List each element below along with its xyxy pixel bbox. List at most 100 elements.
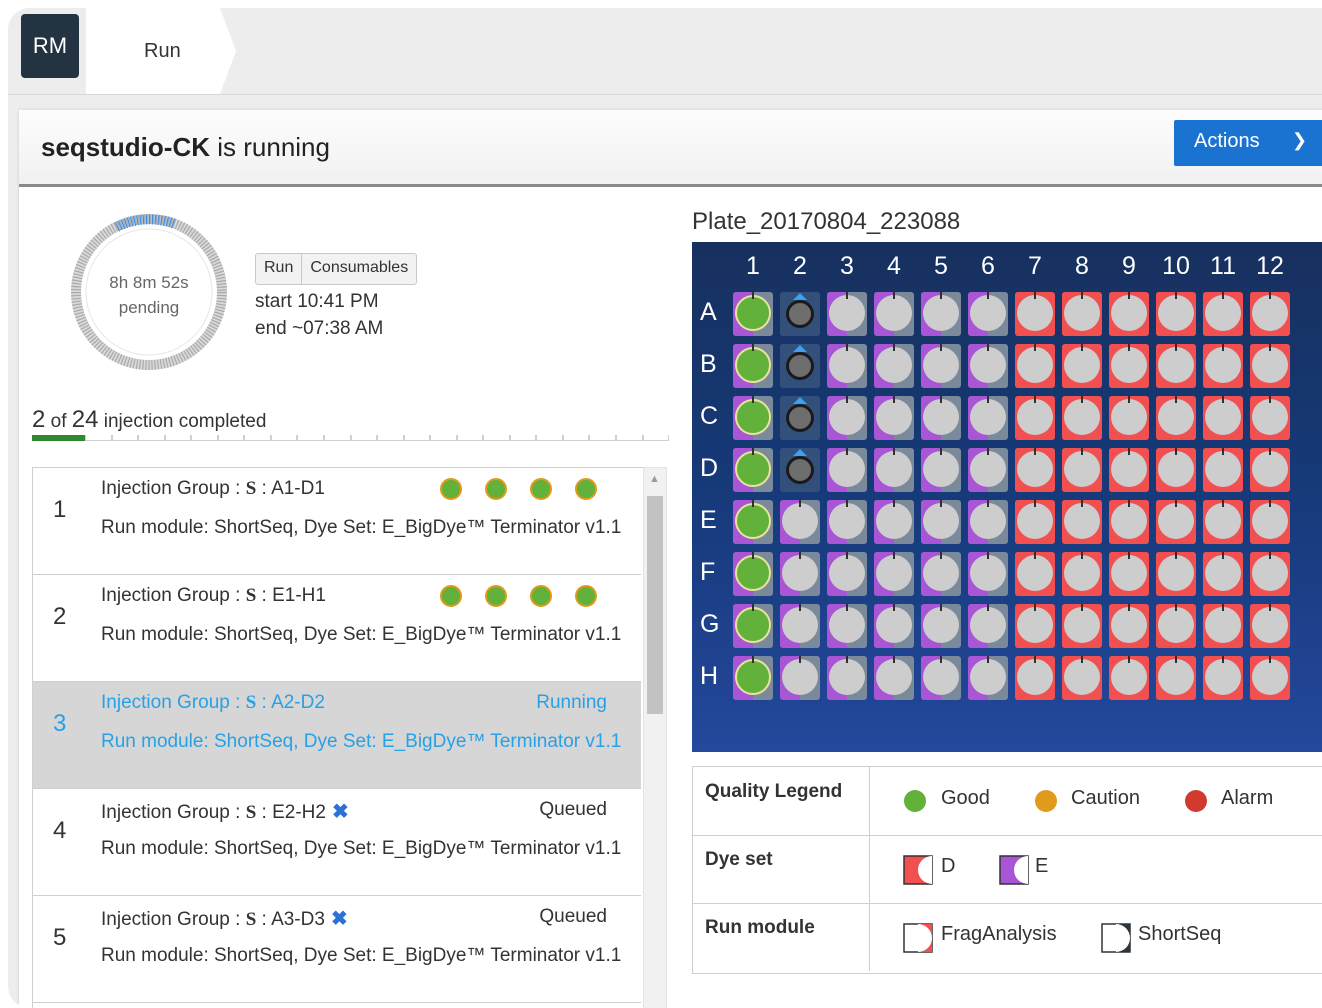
plate-well[interactable]: [1015, 656, 1055, 700]
remove-icon[interactable]: ✖: [331, 908, 348, 930]
plate-well[interactable]: [968, 552, 1008, 596]
plate-well[interactable]: [1015, 604, 1055, 648]
plate-well[interactable]: [1015, 292, 1055, 336]
plate-well[interactable]: [1203, 448, 1243, 492]
plate-well[interactable]: [1109, 396, 1149, 440]
injection-item[interactable]: 2 Injection Group : S : E1-H1 Run module: …: [33, 575, 641, 682]
list-scrollbar[interactable]: ▲: [643, 467, 667, 1008]
plate-well[interactable]: [1109, 552, 1149, 596]
plate-well[interactable]: [968, 604, 1008, 648]
plate-well[interactable]: [827, 396, 867, 440]
plate-well[interactable]: [968, 344, 1008, 388]
plate-well[interactable]: [1250, 500, 1290, 544]
plate-well[interactable]: [1156, 448, 1196, 492]
plate-well[interactable]: [1203, 396, 1243, 440]
actions-button[interactable]: Actions ❯: [1174, 120, 1322, 166]
injection-item[interactable]: 3 Injection Group : S : A2-D2 Running Run m…: [33, 682, 641, 789]
plate-well[interactable]: [874, 396, 914, 440]
plate-well[interactable]: [874, 552, 914, 596]
plate-well[interactable]: [827, 292, 867, 336]
plate-well[interactable]: [733, 396, 773, 440]
plate-well[interactable]: [827, 500, 867, 544]
scroll-thumb[interactable]: [647, 496, 663, 714]
plate-well[interactable]: [733, 604, 773, 648]
plate-well[interactable]: [968, 396, 1008, 440]
app-logo[interactable]: RM: [21, 14, 79, 78]
plate-well[interactable]: [733, 500, 773, 544]
injection-item[interactable]: 5 Injection Group : S : A3-D3 ✖ Queued Run m…: [33, 896, 641, 1003]
plate-well[interactable]: [921, 448, 961, 492]
plate-well[interactable]: [1062, 604, 1102, 648]
plate-well[interactable]: [1156, 656, 1196, 700]
plate-well[interactable]: [780, 552, 820, 596]
plate-well[interactable]: [1015, 552, 1055, 596]
plate-well[interactable]: [1203, 292, 1243, 336]
remove-icon[interactable]: ✖: [332, 801, 349, 823]
plate-well[interactable]: [733, 292, 773, 336]
plate-well[interactable]: [1062, 656, 1102, 700]
plate-well[interactable]: [1156, 604, 1196, 648]
plate-well[interactable]: [1156, 292, 1196, 336]
plate-well[interactable]: [1015, 396, 1055, 440]
plate-well[interactable]: [1109, 656, 1149, 700]
plate-well[interactable]: [1109, 292, 1149, 336]
plate-well[interactable]: [733, 552, 773, 596]
plate-well[interactable]: [1109, 448, 1149, 492]
plate-well[interactable]: [874, 344, 914, 388]
plate-well[interactable]: [1250, 552, 1290, 596]
plate-well[interactable]: [1156, 552, 1196, 596]
plate-well[interactable]: [780, 500, 820, 544]
plate-well[interactable]: [827, 604, 867, 648]
plate-well[interactable]: [780, 344, 820, 388]
run-toggle-button[interactable]: Run: [256, 254, 301, 284]
plate-well[interactable]: [1156, 500, 1196, 544]
plate-well[interactable]: [968, 656, 1008, 700]
plate-well[interactable]: [1203, 604, 1243, 648]
tab-run[interactable]: Run: [86, 8, 236, 94]
plate-well[interactable]: [1062, 292, 1102, 336]
plate-well[interactable]: [733, 344, 773, 388]
plate-well[interactable]: [968, 448, 1008, 492]
plate-well[interactable]: [1062, 500, 1102, 544]
plate-well[interactable]: [874, 604, 914, 648]
plate-well[interactable]: [921, 292, 961, 336]
plate-well[interactable]: [1156, 344, 1196, 388]
consumables-toggle-button[interactable]: Consumables: [301, 254, 416, 284]
plate-well[interactable]: [1015, 448, 1055, 492]
plate-well[interactable]: [780, 396, 820, 440]
plate-well[interactable]: [1062, 552, 1102, 596]
plate-well[interactable]: [1109, 500, 1149, 544]
plate-well[interactable]: [1203, 656, 1243, 700]
plate-well[interactable]: [780, 604, 820, 648]
plate-well[interactable]: [827, 552, 867, 596]
plate-well[interactable]: [1250, 292, 1290, 336]
plate-well[interactable]: [1203, 552, 1243, 596]
plate-well[interactable]: [968, 292, 1008, 336]
plate-well[interactable]: [1015, 500, 1055, 544]
plate-well[interactable]: [1109, 604, 1149, 648]
plate-well[interactable]: [1062, 344, 1102, 388]
injection-item[interactable]: 4 Injection Group : S : E2-H2 ✖ Queued Run m…: [33, 789, 641, 896]
plate-well[interactable]: [827, 656, 867, 700]
plate-well[interactable]: [874, 500, 914, 544]
plate-well[interactable]: [1015, 344, 1055, 388]
plate-well[interactable]: [1062, 396, 1102, 440]
plate-well[interactable]: [780, 448, 820, 492]
plate-well[interactable]: [733, 656, 773, 700]
plate-well[interactable]: [921, 656, 961, 700]
plate-well[interactable]: [921, 396, 961, 440]
plate-well[interactable]: [921, 500, 961, 544]
plate-well[interactable]: [780, 292, 820, 336]
plate-well[interactable]: [780, 656, 820, 700]
plate-well[interactable]: [827, 448, 867, 492]
plate-well[interactable]: [1203, 500, 1243, 544]
plate-well[interactable]: [827, 344, 867, 388]
plate-well[interactable]: [874, 448, 914, 492]
plate-well[interactable]: [921, 552, 961, 596]
plate-well[interactable]: [1109, 344, 1149, 388]
plate-well[interactable]: [1250, 604, 1290, 648]
injection-list[interactable]: 1 Injection Group : S : A1-D1 Run module: …: [32, 467, 644, 1008]
plate-well[interactable]: [1203, 344, 1243, 388]
plate-well[interactable]: [874, 656, 914, 700]
plate-well[interactable]: [1250, 396, 1290, 440]
